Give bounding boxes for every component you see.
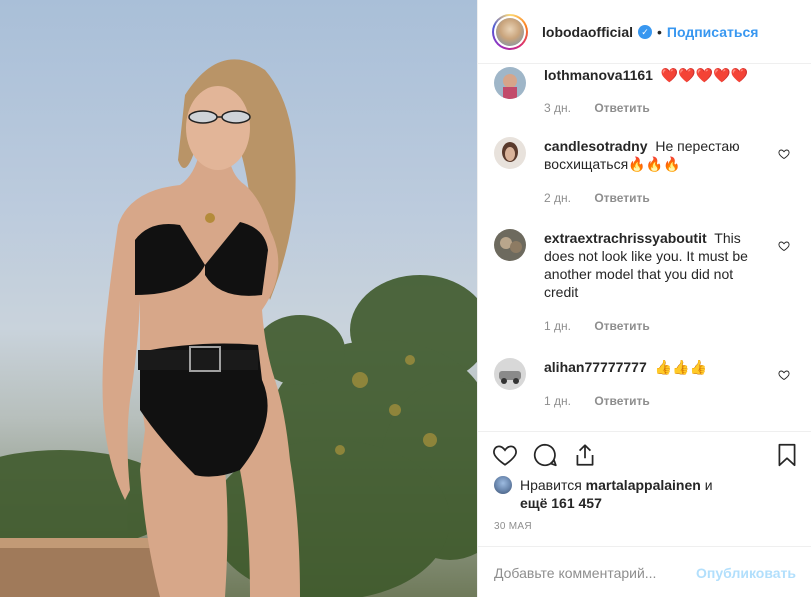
avatar-image [496, 17, 524, 46]
comments-list[interactable]: lothmanova1161 ❤️❤️❤️❤️❤️ 3 дн. Ответить [478, 65, 811, 431]
comment-avatar-image [494, 137, 526, 169]
post-date: 30 МАЯ [494, 521, 532, 532]
bookmark-icon[interactable] [774, 442, 800, 468]
comment-meta: 1 дн. Ответить [544, 319, 650, 333]
likes-count[interactable]: ещё 161 457 [520, 495, 602, 511]
add-comment-input[interactable] [494, 564, 697, 581]
comment-username[interactable]: alihan77777777 [544, 359, 647, 375]
verified-badge-icon: ✓ [638, 24, 652, 39]
comment-like-heart-icon[interactable] [778, 240, 790, 252]
photo-illustration [0, 59, 477, 597]
comment-time: 3 дн. [544, 101, 571, 115]
post-photo[interactable] [0, 0, 477, 597]
comment-avatar-image [494, 67, 526, 99]
comment-reply-button[interactable]: Ответить [594, 101, 649, 115]
liker-username[interactable]: martalappalainen [586, 477, 701, 493]
comment-avatar[interactable] [494, 137, 526, 169]
comment-avatar[interactable] [494, 67, 526, 99]
heart-icon[interactable] [492, 442, 518, 468]
likes-prefix: Нравится [520, 477, 582, 493]
comment-body: extraextrachrissyaboutit This does not l… [544, 229, 770, 301]
comment-icon[interactable] [532, 442, 558, 468]
liker-avatar[interactable] [494, 476, 512, 494]
post-modal: lobodaofficial ✓ • Подписаться lothmanov… [0, 0, 811, 597]
comment-text: ❤️❤️❤️❤️❤️ [660, 67, 748, 83]
post-actions: Нравится martalappalainen и ещё 161 457 … [478, 431, 811, 597]
comment-meta: 1 дн. Ответить [544, 394, 650, 408]
comment-text: 👍👍👍 [654, 359, 707, 375]
comment-time: 2 дн. [544, 191, 571, 205]
share-icon[interactable] [572, 442, 598, 468]
comment-username[interactable]: lothmanova1161 [544, 67, 653, 83]
comment-avatar-image [494, 229, 526, 261]
post-header: lobodaofficial ✓ • Подписаться [478, 0, 811, 64]
comment-reply-button[interactable]: Ответить [594, 394, 649, 408]
comment-avatar[interactable] [494, 358, 526, 390]
comment-meta: 2 дн. Ответить [544, 191, 650, 205]
comment-username[interactable]: candlesotradny [544, 138, 647, 154]
comment-username[interactable]: extraextrachrissyaboutit [544, 230, 707, 246]
add-comment-bar: Опубликовать [478, 546, 811, 597]
comment-avatar-image [494, 358, 526, 390]
follow-button[interactable]: Подписаться [667, 24, 759, 40]
comment-reply-button[interactable]: Ответить [594, 319, 649, 333]
comment-like-heart-icon[interactable] [778, 369, 790, 381]
author-username[interactable]: lobodaofficial [542, 24, 633, 40]
likes-summary: Нравится martalappalainen и ещё 161 457 [494, 476, 713, 512]
likes-conj: и [704, 477, 713, 493]
comment-avatar[interactable] [494, 229, 526, 261]
comment-body: lothmanova1161 ❤️❤️❤️❤️❤️ [544, 66, 770, 84]
avatar-ring-inner [494, 15, 526, 48]
publish-button[interactable]: Опубликовать [696, 565, 796, 581]
header-separator: • [657, 23, 662, 40]
comment-like-heart-icon[interactable] [778, 148, 790, 160]
author-avatar[interactable] [492, 13, 528, 50]
comment-body: candlesotradny Не перестаю восхищаться🔥🔥… [544, 137, 770, 173]
comment-meta: 3 дн. Ответить [544, 101, 650, 115]
post-side-panel: lobodaofficial ✓ • Подписаться lothmanov… [477, 0, 811, 597]
comment-reply-button[interactable]: Ответить [594, 191, 649, 205]
comment-time: 1 дн. [544, 394, 571, 408]
comment-body: alihan77777777 👍👍👍 [544, 358, 770, 376]
comment-time: 1 дн. [544, 319, 571, 333]
